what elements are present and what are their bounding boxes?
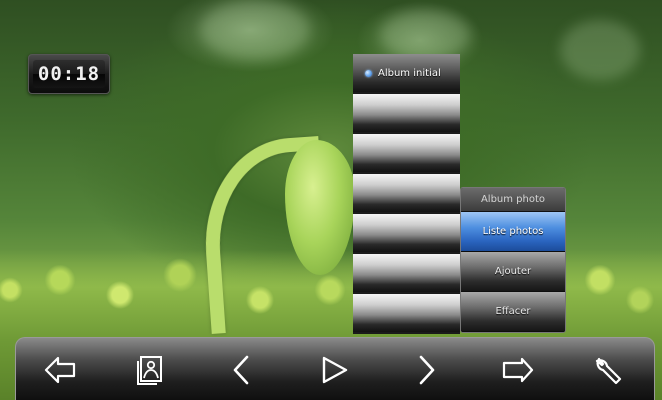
timer-display: 00:18 — [32, 60, 106, 88]
bokeh-highlight — [380, 10, 470, 60]
photo-album-submenu: Album photo Liste photos Ajouter Effacer — [460, 187, 566, 333]
forward-arrow-icon — [502, 357, 534, 383]
album-item-label: Album initial — [378, 67, 441, 79]
album-item-initial[interactable]: Album initial — [353, 54, 460, 94]
photo-album-button[interactable] — [130, 350, 170, 390]
album-item[interactable] — [353, 174, 460, 214]
back-arrow-icon — [44, 356, 76, 384]
bottom-toolbar — [15, 337, 655, 400]
wrench-icon — [595, 357, 622, 385]
chevron-right-icon — [419, 355, 435, 385]
submenu-header: Album photo — [461, 188, 565, 212]
enter-button[interactable] — [498, 350, 538, 390]
menu-item-delete[interactable]: Effacer — [461, 292, 565, 332]
settings-button[interactable] — [588, 350, 628, 390]
play-icon — [322, 356, 348, 384]
slideshow-timer: 00:18 — [28, 54, 110, 94]
menu-item-add[interactable]: Ajouter — [461, 252, 565, 292]
album-menu: Album initial — [353, 54, 460, 334]
album-item[interactable] — [353, 134, 460, 174]
album-item[interactable] — [353, 94, 460, 134]
menu-item-photo-list[interactable]: Liste photos — [461, 212, 565, 252]
bokeh-highlight — [560, 20, 640, 80]
selected-bullet-icon — [365, 69, 372, 77]
album-item[interactable] — [353, 294, 460, 334]
album-item[interactable] — [353, 214, 460, 254]
play-button[interactable] — [314, 350, 354, 390]
back-button[interactable] — [40, 350, 80, 390]
bokeh-highlight — [200, 0, 310, 60]
photo-frame-icon — [137, 356, 162, 385]
previous-button[interactable] — [222, 350, 262, 390]
chevron-left-icon — [233, 355, 249, 385]
next-button[interactable] — [406, 350, 446, 390]
album-item[interactable] — [353, 254, 460, 294]
